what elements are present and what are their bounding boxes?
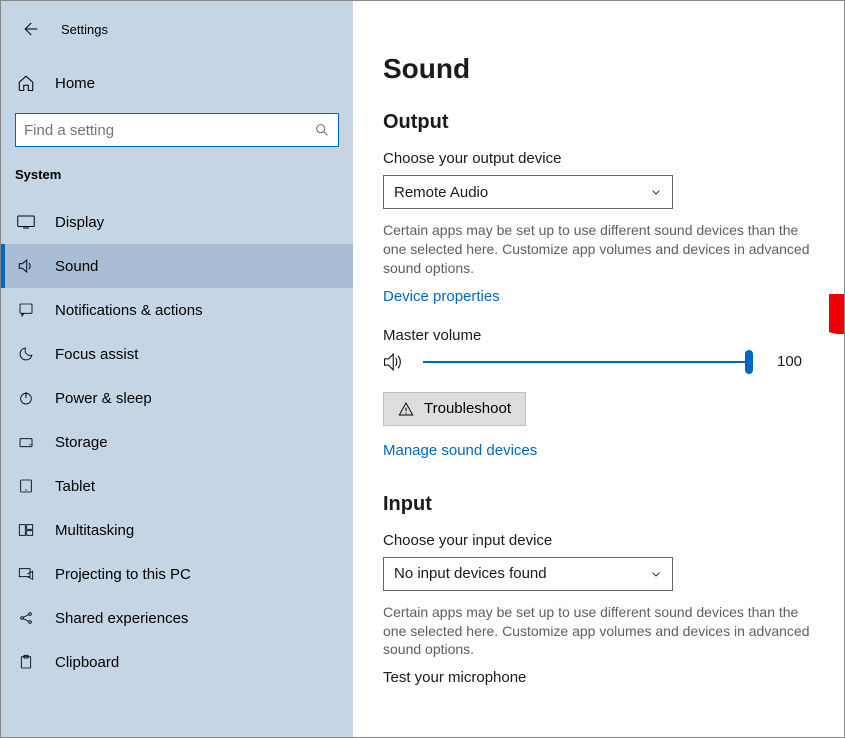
output-helper-text: Certain apps may be set up to use differ… (383, 221, 823, 278)
sidebar-item-label: Notifications & actions (55, 302, 203, 319)
sidebar-item-power-sleep[interactable]: Power & sleep (1, 376, 353, 420)
slider-thumb[interactable] (745, 350, 753, 374)
display-icon (15, 215, 37, 229)
search-input[interactable] (24, 122, 314, 139)
page-title: Sound (383, 53, 824, 85)
projecting-icon (15, 566, 37, 582)
notifications-icon (15, 302, 37, 318)
focus-assist-icon (15, 346, 37, 362)
shared-icon (15, 610, 37, 626)
input-heading: Input (383, 493, 824, 516)
input-device-label: Choose your input device (383, 532, 824, 549)
warning-icon (398, 401, 414, 417)
volume-row: 100 (383, 352, 824, 372)
sidebar-item-label: Storage (55, 434, 108, 451)
sidebar-item-notifications[interactable]: Notifications & actions (1, 288, 353, 332)
input-device-dropdown[interactable]: No input devices found (383, 557, 673, 591)
sidebar-item-label: Tablet (55, 478, 95, 495)
tablet-icon (15, 478, 37, 494)
sidebar-item-label: Projecting to this PC (55, 566, 191, 583)
sidebar-item-label: Clipboard (55, 654, 119, 671)
sidebar-item-storage[interactable]: Storage (1, 420, 353, 464)
input-helper-text: Certain apps may be set up to use differ… (383, 603, 823, 660)
test-mic-label: Test your microphone (383, 669, 824, 686)
sidebar-item-label: Display (55, 214, 104, 231)
home-label: Home (55, 75, 95, 92)
output-heading: Output (383, 111, 824, 134)
manage-sound-devices-link[interactable]: Manage sound devices (383, 442, 537, 459)
output-device-value: Remote Audio (394, 184, 488, 201)
output-device-dropdown[interactable]: Remote Audio (383, 175, 673, 209)
sidebar-item-tablet[interactable]: Tablet (1, 464, 353, 508)
sidebar-item-label: Focus assist (55, 346, 138, 363)
annotation-arrow (829, 294, 844, 334)
sidebar-item-clipboard[interactable]: Clipboard (1, 640, 353, 684)
clipboard-icon (15, 654, 37, 670)
sound-icon (15, 258, 37, 274)
chevron-down-icon (650, 186, 662, 198)
titlebar: Settings (15, 13, 339, 45)
master-volume-label: Master volume (383, 327, 824, 344)
search-input-wrap[interactable] (15, 113, 339, 147)
volume-icon (383, 352, 405, 372)
input-device-value: No input devices found (394, 565, 547, 582)
sidebar-item-projecting[interactable]: Projecting to this PC (1, 552, 353, 596)
home-nav[interactable]: Home (15, 63, 339, 103)
sidebar-nav: Display Sound Notifications & actions Fo… (1, 200, 353, 684)
storage-icon (15, 434, 37, 450)
power-icon (15, 390, 37, 406)
sidebar-item-label: Shared experiences (55, 610, 188, 627)
sidebar: Settings Home System Display Sound Notif… (1, 1, 353, 737)
chevron-down-icon (650, 568, 662, 580)
arrow-left-icon (20, 20, 38, 38)
multitasking-icon (15, 522, 37, 538)
volume-slider[interactable] (423, 352, 753, 372)
app-title: Settings (61, 22, 108, 37)
search-icon (314, 122, 330, 138)
back-button[interactable] (15, 15, 43, 43)
sidebar-item-shared-experiences[interactable]: Shared experiences (1, 596, 353, 640)
sidebar-item-focus-assist[interactable]: Focus assist (1, 332, 353, 376)
sidebar-item-multitasking[interactable]: Multitasking (1, 508, 353, 552)
sidebar-item-display[interactable]: Display (1, 200, 353, 244)
home-icon (15, 74, 37, 92)
sidebar-item-label: Multitasking (55, 522, 134, 539)
sidebar-item-label: Sound (55, 258, 98, 275)
volume-value: 100 (777, 353, 802, 370)
troubleshoot-button[interactable]: Troubleshoot (383, 392, 526, 426)
sidebar-item-sound[interactable]: Sound (1, 244, 353, 288)
content-pane: Sound Output Choose your output device R… (353, 1, 844, 737)
troubleshoot-label: Troubleshoot (424, 400, 511, 417)
output-device-label: Choose your output device (383, 150, 824, 167)
sidebar-item-label: Power & sleep (55, 390, 152, 407)
sidebar-section-label: System (15, 167, 339, 182)
device-properties-link[interactable]: Device properties (383, 288, 500, 305)
